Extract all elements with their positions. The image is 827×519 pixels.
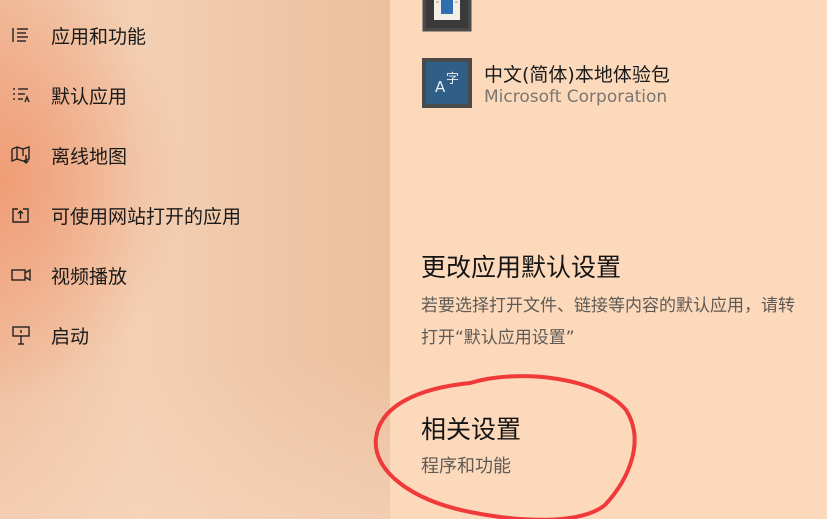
- sidebar-item-apps-for-websites[interactable]: 可使用网站打开的应用: [0, 190, 390, 240]
- sidebar-item-label: 离线地图: [51, 146, 128, 168]
- apps-for-websites-icon: [10, 204, 32, 226]
- app-list-item-language-pack[interactable]: A 字: [422, 58, 472, 108]
- default-app-settings-link-text[interactable]: 打开“默认应用设置”: [421, 323, 575, 348]
- sidebar-item-offline-maps[interactable]: 离线地图: [0, 130, 390, 180]
- sidebar-item-video-playback[interactable]: 视频播放: [0, 250, 390, 300]
- main-panel: A 字 中文(简体)本地体验包 Microsoft Corporation 更改…: [390, 0, 827, 519]
- app-publisher: Microsoft Corporation: [484, 87, 668, 107]
- default-apps-icon: [10, 84, 32, 106]
- language-pack-icon: A 字: [422, 58, 472, 108]
- sidebar-item-label: 可使用网站打开的应用: [51, 206, 242, 228]
- app-name: 中文(简体)本地体验包: [484, 64, 670, 86]
- settings-window: 应用和功能 默认应用 离线地图 可使用网站打开的应用 视频播放 启动 A 字 中…: [0, 0, 827, 519]
- sidebar-item-startup[interactable]: 启动: [0, 310, 390, 360]
- startup-icon: [10, 324, 32, 346]
- video-playback-icon: [10, 264, 32, 286]
- programs-and-features-link[interactable]: 程序和功能: [421, 452, 511, 478]
- sidebar-item-label: 默认应用: [51, 86, 128, 108]
- section-title-change-defaults: 更改应用默认设置: [421, 253, 622, 282]
- offline-maps-icon: [10, 144, 32, 166]
- sidebar-fade: [0, 360, 390, 519]
- sidebar-item-label: 应用和功能: [51, 26, 147, 48]
- sidebar-item-apps-features[interactable]: 应用和功能: [0, 10, 390, 60]
- app-list-item-partial[interactable]: [422, 0, 472, 32]
- sidebar-item-label: 视频播放: [51, 266, 128, 288]
- sidebar-item-label: 启动: [51, 326, 90, 348]
- apps-features-icon: [10, 24, 32, 46]
- section-title-related-settings: 相关设置: [421, 415, 522, 444]
- sidebar: 应用和功能 默认应用 离线地图 可使用网站打开的应用 视频播放 启动: [0, 0, 390, 519]
- section-description: 若要选择打开文件、链接等内容的默认应用，请转: [421, 296, 795, 316]
- app-icon: [422, 0, 472, 32]
- svg-text:字: 字: [446, 72, 459, 87]
- sidebar-item-default-apps[interactable]: 默认应用: [0, 70, 390, 120]
- svg-text:A: A: [435, 78, 446, 96]
